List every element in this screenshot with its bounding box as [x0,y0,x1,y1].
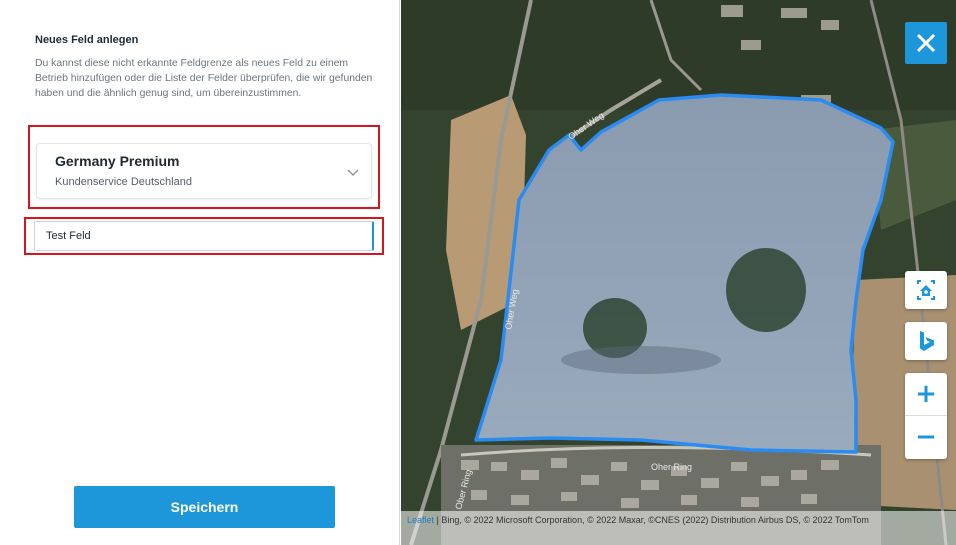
panel-title: Neues Feld anlegen [35,34,139,46]
attribution-text: | Bing, © 2022 Microsoft Corporation, © … [434,515,869,525]
zoom-in-button[interactable]: + [905,373,947,416]
close-icon [916,33,936,53]
zoom-control: + − [905,373,947,459]
locate-home-button[interactable] [905,271,947,309]
close-button[interactable] [905,22,947,64]
chevron-down-icon [347,169,359,176]
new-field-panel: Neues Feld anlegen Du kannst diese nicht… [0,0,400,545]
select-selected-title: Germany Premium [55,153,180,169]
bing-logo-icon [920,331,934,351]
panel-description: Du kannst diese nicht erkannte Feldgrenz… [35,58,373,99]
operation-select[interactable]: Germany Premium Kundenservice Deutschlan… [36,143,372,199]
locate-home-icon [917,280,935,300]
zoom-out-button[interactable]: − [905,416,947,459]
select-selected-subtitle: Kundenservice Deutschland [55,176,192,188]
road-label-oher-ring: Oher Ring [651,462,692,472]
satellite-map[interactable]: Oher Weg Oher Weg Oher Ring Ober Ring [401,0,956,545]
map-attribution: Leaflet | Bing, © 2022 Microsoft Corpora… [401,511,956,545]
bing-layer-button[interactable] [905,322,947,360]
field-name-input[interactable] [34,221,374,251]
leaflet-link[interactable]: Leaflet [407,515,434,525]
save-button[interactable]: Speichern [74,486,335,528]
satellite-imagery: Oher Weg Oher Weg Oher Ring Ober Ring [401,0,956,545]
